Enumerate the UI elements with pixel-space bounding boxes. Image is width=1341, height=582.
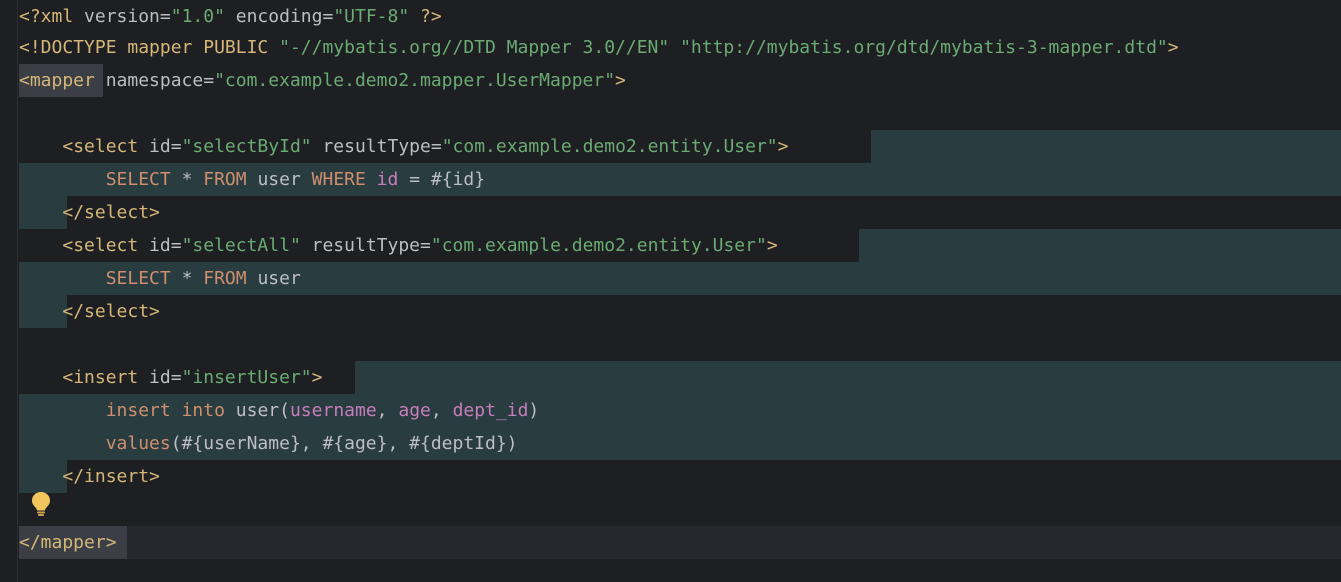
tag-close: > bbox=[311, 367, 323, 388]
equals: = bbox=[159, 6, 171, 27]
sql-keyword: WHERE bbox=[311, 169, 366, 190]
attr-value: "selectAll" bbox=[181, 235, 301, 256]
code-line-6[interactable]: SELECT * FROM user WHERE id = #{id} bbox=[0, 163, 1341, 196]
code-line-10[interactable]: </select> bbox=[0, 295, 1341, 328]
code-line-17[interactable]: </mapper> bbox=[0, 526, 1341, 559]
code-line-14[interactable]: values(#{userName}, #{age}, #{deptId}) bbox=[0, 427, 1341, 460]
select-close-tag: </select> bbox=[62, 301, 160, 322]
attr-name: id bbox=[138, 136, 171, 157]
code-line-15[interactable]: </insert> bbox=[0, 460, 1341, 493]
lightbulb-icon[interactable] bbox=[30, 491, 52, 517]
doctype-public-id: "-//mybatis.org//DTD Mapper 3.0//EN" bbox=[279, 37, 670, 58]
equals: = bbox=[420, 235, 431, 256]
sql-table: user bbox=[246, 268, 301, 289]
sql-column: age bbox=[398, 400, 431, 421]
tag-close: > bbox=[777, 136, 789, 157]
sql-column: dept_id bbox=[452, 400, 529, 421]
equals: = bbox=[430, 136, 442, 157]
code-line-9[interactable]: SELECT * FROM user bbox=[0, 262, 1341, 295]
code-line-12[interactable]: <insert id="insertUser"> bbox=[0, 361, 1341, 394]
sql-text: ) bbox=[528, 400, 540, 421]
doctype-open: <!DOCTYPE mapper PUBLIC bbox=[19, 37, 280, 58]
equals: = bbox=[170, 367, 182, 388]
sql-column: id bbox=[376, 169, 399, 190]
current-line-highlight bbox=[19, 526, 1341, 559]
attr-name: encoding bbox=[224, 6, 323, 27]
insert-close-tag: </insert> bbox=[62, 466, 160, 487]
code-line-2[interactable]: <!DOCTYPE mapper PUBLIC "-//mybatis.org/… bbox=[0, 31, 1341, 64]
sql-text: * bbox=[170, 268, 204, 289]
attr-name: id bbox=[138, 235, 171, 256]
sql-keyword: SELECT bbox=[105, 268, 171, 289]
doctype-system-id: "http://mybatis.org/dtd/mybatis-3-mapper… bbox=[680, 37, 1168, 58]
sql-keyword: FROM bbox=[203, 268, 247, 289]
code-editor[interactable]: <?xml version="1.0" encoding="UTF-8" ?> … bbox=[0, 0, 1341, 582]
code-line-8[interactable]: <select id="selectAll" resultType="com.e… bbox=[0, 229, 1341, 262]
sql-keyword: into bbox=[181, 400, 225, 421]
tag-close: > bbox=[615, 70, 626, 91]
sql-column: username bbox=[289, 400, 377, 421]
mapper-open-tag: <mapper bbox=[19, 70, 95, 91]
equals: = bbox=[322, 6, 334, 27]
attr-value: "com.example.demo2.entity.User" bbox=[430, 235, 767, 256]
sql-table: user( bbox=[224, 400, 290, 421]
equals: = bbox=[170, 136, 182, 157]
attr-name: resultType bbox=[300, 235, 421, 256]
sql-text: , bbox=[430, 400, 453, 421]
equals: = bbox=[170, 235, 182, 256]
sql-keyword: FROM bbox=[203, 169, 247, 190]
attr-value: "UTF-8" bbox=[333, 6, 410, 27]
sql-keyword: SELECT bbox=[105, 169, 171, 190]
sql-text: (#{userName}, #{age}, #{deptId}) bbox=[170, 433, 518, 454]
injected-sql-highlight bbox=[871, 130, 1341, 163]
sql-text: * bbox=[170, 169, 204, 190]
attr-value: "selectById" bbox=[181, 136, 312, 157]
attr-name: namespace bbox=[94, 70, 204, 91]
code-line-3[interactable]: <mapper namespace="com.example.demo2.map… bbox=[0, 64, 1341, 97]
xml-declaration-close: ?> bbox=[409, 6, 442, 27]
sql-keyword: insert bbox=[105, 400, 171, 421]
attr-value: "com.example.demo2.mapper.UserMapper" bbox=[214, 70, 616, 91]
attr-name: version bbox=[84, 6, 160, 27]
attr-value: "com.example.demo2.entity.User" bbox=[441, 136, 778, 157]
sql-text: , bbox=[376, 400, 399, 421]
doctype-close: > bbox=[1167, 37, 1179, 58]
mapper-close-tag: </mapper> bbox=[19, 532, 117, 553]
code-line-1[interactable]: <?xml version="1.0" encoding="UTF-8" ?> bbox=[0, 0, 1341, 33]
tag-close: > bbox=[766, 235, 778, 256]
equals: = bbox=[203, 70, 215, 91]
sql-keyword: values bbox=[105, 433, 171, 454]
sql-table: user bbox=[246, 169, 312, 190]
attr-name: id bbox=[138, 367, 171, 388]
code-line-5[interactable]: <select id="selectById" resultType="com.… bbox=[0, 130, 1341, 163]
sql-text: = #{id} bbox=[398, 169, 486, 190]
select-open-tag: <select bbox=[62, 235, 139, 256]
select-close-tag: </select> bbox=[62, 202, 160, 223]
select-open-tag: <select bbox=[62, 136, 139, 157]
attr-value: "1.0" bbox=[170, 6, 225, 27]
injected-sql-highlight bbox=[355, 361, 1341, 394]
attr-value: "insertUser" bbox=[181, 367, 312, 388]
xml-declaration-open: <?xml bbox=[19, 6, 85, 27]
injected-sql-highlight bbox=[859, 229, 1341, 262]
code-line-13[interactable]: insert into user(username, age, dept_id) bbox=[0, 394, 1341, 427]
insert-open-tag: <insert bbox=[62, 367, 139, 388]
attr-name: resultType bbox=[311, 136, 431, 157]
code-line-7[interactable]: </select> bbox=[0, 196, 1341, 229]
